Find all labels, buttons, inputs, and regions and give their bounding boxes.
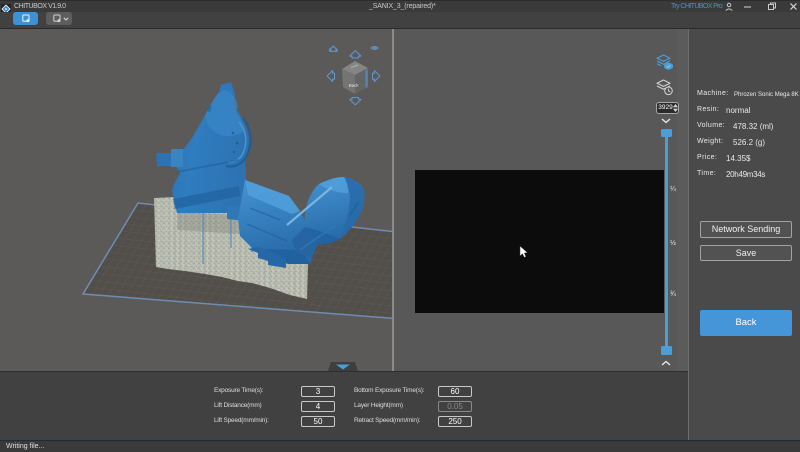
svg-text:Back: Back xyxy=(349,82,360,88)
